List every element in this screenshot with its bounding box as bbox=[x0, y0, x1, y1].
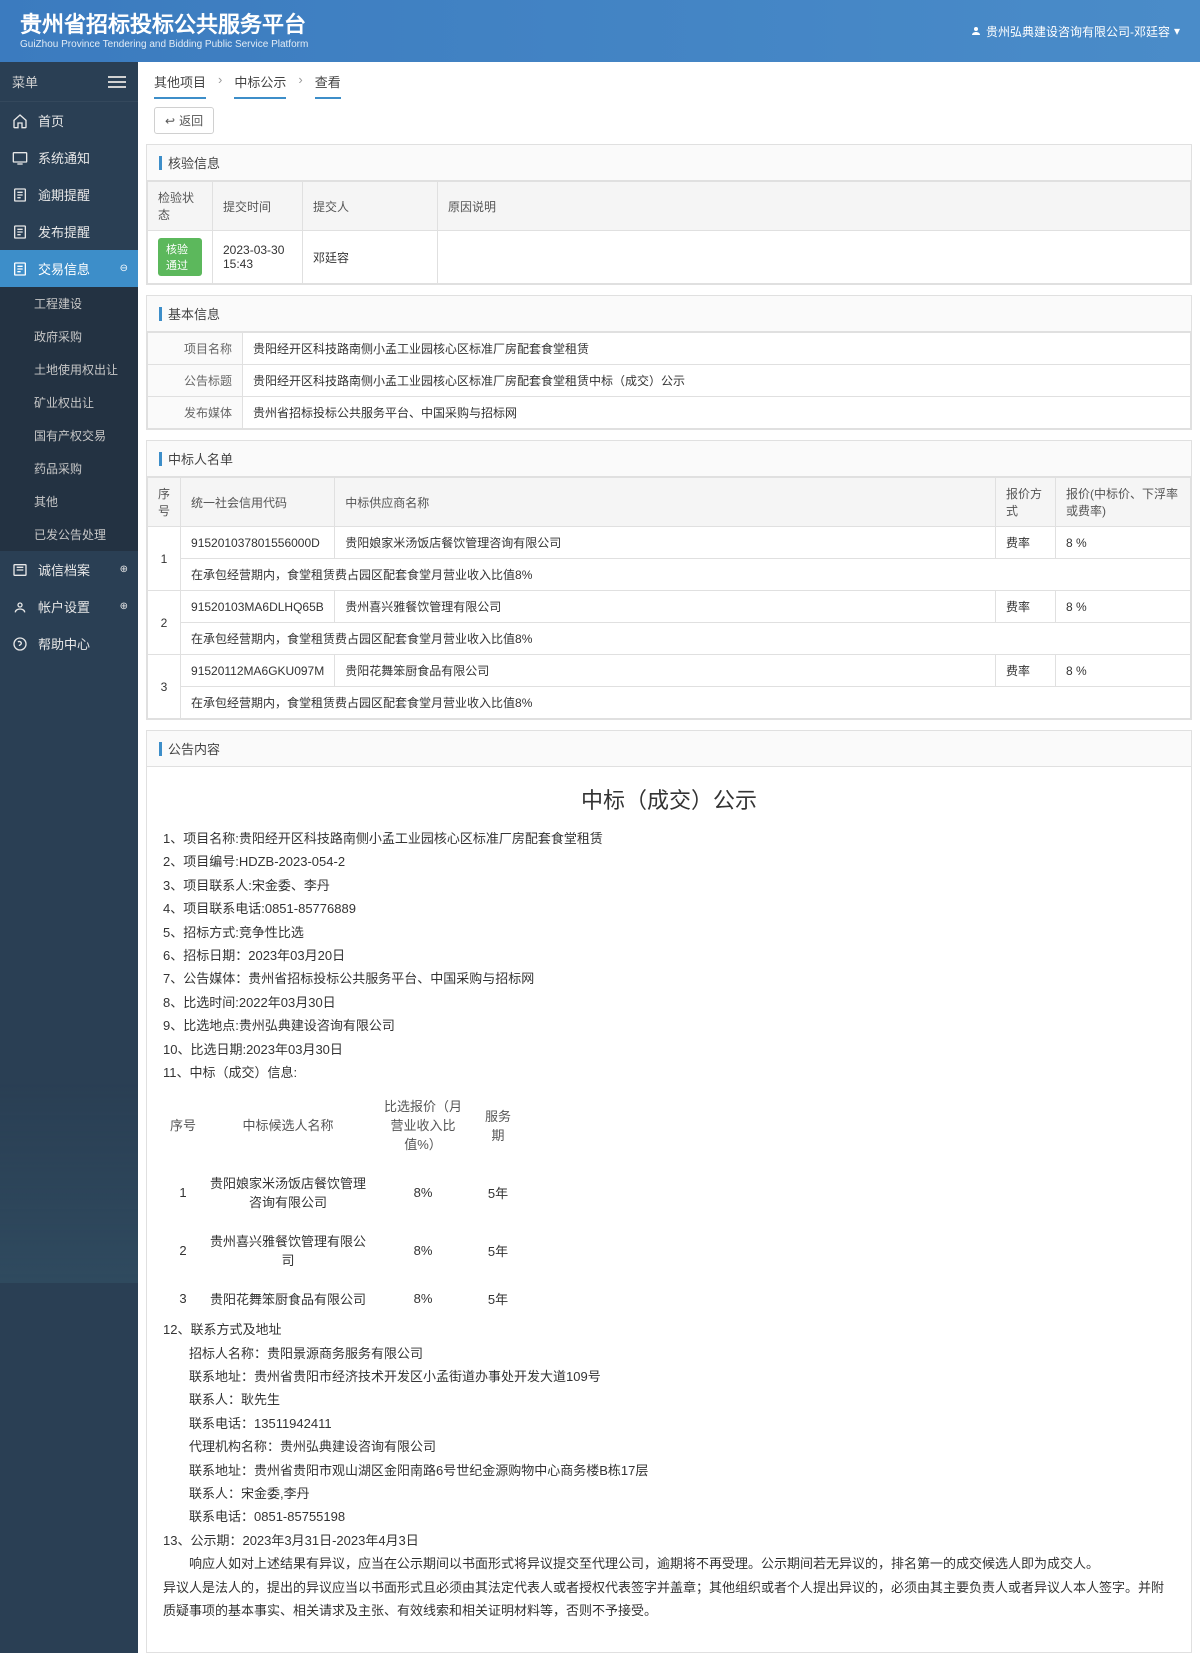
table-row: 1贵阳娘家米汤饭店餐饮管理咨询有限公司8%5年 bbox=[163, 1163, 523, 1221]
announcement-footer: 异议人是法人的，提出的异议应当以书面形式且必须由其法定代表人或者授权代表签字并盖… bbox=[163, 1576, 1175, 1623]
announcement-table: 序号中标候选人名称比选报价（月营业收入比值%）服务期1贵阳娘家米汤饭店餐饮管理咨… bbox=[163, 1086, 523, 1318]
menu-icon bbox=[12, 261, 28, 277]
basic-panel: 基本信息 项目名称贵阳经开区科技路南侧小孟工业园核心区标准厂房配套食堂租赁公告标… bbox=[146, 295, 1192, 430]
sidebar-item-6[interactable]: 帐户设置⊕ bbox=[0, 588, 138, 625]
menu-icon bbox=[12, 562, 28, 578]
sidebar-item-4[interactable]: 交易信息⊖ bbox=[0, 250, 138, 287]
breadcrumb: 其他项目 › 中标公示 › 查看 bbox=[138, 62, 1200, 99]
table-row: 291520103MA6DLHQ65B贵州喜兴雅餐饮管理有限公司费率8 % bbox=[148, 591, 1191, 623]
submenu-item-4-2[interactable]: 土地使用权出让 bbox=[0, 353, 138, 386]
back-button[interactable]: ↩ 返回 bbox=[154, 107, 214, 134]
chevron-icon: ⊖ bbox=[120, 263, 128, 274]
winners-table: 序号统一社会信用代码中标供应商名称报价方式报价(中标价、下浮率或费率)19152… bbox=[147, 477, 1191, 719]
table-row: 1915201037801556000D贵阳娘家米汤饭店餐饮管理咨询有限公司费率… bbox=[148, 527, 1191, 559]
basic-panel-title: 基本信息 bbox=[147, 296, 1191, 332]
user-menu[interactable]: 贵州弘典建设咨询有限公司-邓廷容 ▾ bbox=[970, 23, 1180, 40]
content-panel: 公告内容 中标（成交）公示 1、项目名称:贵阳经开区科技路南侧小孟工业园核心区标… bbox=[146, 730, 1192, 1653]
submenu-item-4-4[interactable]: 国有产权交易 bbox=[0, 419, 138, 452]
menu-label: 菜单 bbox=[12, 72, 38, 91]
submenu-item-4-6[interactable]: 其他 bbox=[0, 485, 138, 518]
user-icon bbox=[970, 25, 982, 37]
sidebar: 菜单 首页系统通知逾期提醒发布提醒交易信息⊖工程建设政府采购土地使用权出让矿业权… bbox=[0, 62, 138, 1653]
winners-panel-title: 中标人名单 bbox=[147, 441, 1191, 477]
status-badge: 核验通过 bbox=[158, 238, 202, 276]
breadcrumb-item-1[interactable]: 中标公示 bbox=[234, 72, 286, 99]
sidebar-item-1[interactable]: 系统通知 bbox=[0, 139, 138, 176]
app-title: 贵州省招标投标公共服务平台 bbox=[20, 12, 308, 38]
table-row: 3贵阳花舞笨厨食品有限公司8%5年 bbox=[163, 1279, 523, 1318]
winners-panel: 中标人名单 序号统一社会信用代码中标供应商名称报价方式报价(中标价、下浮率或费率… bbox=[146, 440, 1192, 720]
submenu-item-4-3[interactable]: 矿业权出让 bbox=[0, 386, 138, 419]
announcement-title: 中标（成交）公示 bbox=[163, 779, 1175, 827]
sidebar-item-3[interactable]: 发布提醒 bbox=[0, 213, 138, 250]
menu-icon bbox=[12, 224, 28, 240]
submenu-item-4-1[interactable]: 政府采购 bbox=[0, 320, 138, 353]
submenu-item-4-7[interactable]: 已发公告处理 bbox=[0, 518, 138, 551]
table-row: 391520112MA6GKU097M贵阳花舞笨厨食品有限公司费率8 % bbox=[148, 655, 1191, 687]
menu-toggle-icon[interactable] bbox=[108, 76, 126, 88]
menu-icon bbox=[12, 636, 28, 652]
check-panel-title: 核验信息 bbox=[147, 145, 1191, 181]
content-panel-title: 公告内容 bbox=[147, 731, 1191, 767]
submenu-item-4-0[interactable]: 工程建设 bbox=[0, 287, 138, 320]
chevron-icon: ⊕ bbox=[120, 601, 128, 612]
basic-table: 项目名称贵阳经开区科技路南侧小孟工业园核心区标准厂房配套食堂租赁公告标题贵阳经开… bbox=[147, 332, 1191, 429]
check-panel: 核验信息 检验状态 提交时间 提交人 原因说明 核验通过 2023-03-30 … bbox=[146, 144, 1192, 285]
app-subtitle: GuiZhou Province Tendering and Bidding P… bbox=[20, 39, 308, 50]
chevron-down-icon: ▾ bbox=[1174, 24, 1180, 38]
menu-icon bbox=[12, 113, 28, 129]
main-content: 其他项目 › 中标公示 › 查看 ↩ 返回 核验信息 检验状态 提交时间 提交人… bbox=[138, 62, 1200, 1653]
back-arrow-icon: ↩ bbox=[165, 114, 175, 128]
breadcrumb-item-0[interactable]: 其他项目 bbox=[154, 72, 206, 99]
menu-icon bbox=[12, 187, 28, 203]
table-row: 2贵州喜兴雅餐饮管理有限公司8%5年 bbox=[163, 1221, 523, 1279]
menu-icon bbox=[12, 150, 28, 166]
check-table: 检验状态 提交时间 提交人 原因说明 核验通过 2023-03-30 15:43… bbox=[147, 181, 1191, 284]
sidebar-item-7[interactable]: 帮助中心 bbox=[0, 625, 138, 662]
sidebar-item-5[interactable]: 诚信档案⊕ bbox=[0, 551, 138, 588]
sidebar-item-0[interactable]: 首页 bbox=[0, 102, 138, 139]
breadcrumb-item-2[interactable]: 查看 bbox=[315, 72, 341, 99]
app-header: 贵州省招标投标公共服务平台 GuiZhou Province Tendering… bbox=[0, 0, 1200, 62]
menu-icon bbox=[12, 599, 28, 615]
submenu-item-4-5[interactable]: 药品采购 bbox=[0, 452, 138, 485]
chevron-icon: ⊕ bbox=[120, 564, 128, 575]
sidebar-item-2[interactable]: 逾期提醒 bbox=[0, 176, 138, 213]
